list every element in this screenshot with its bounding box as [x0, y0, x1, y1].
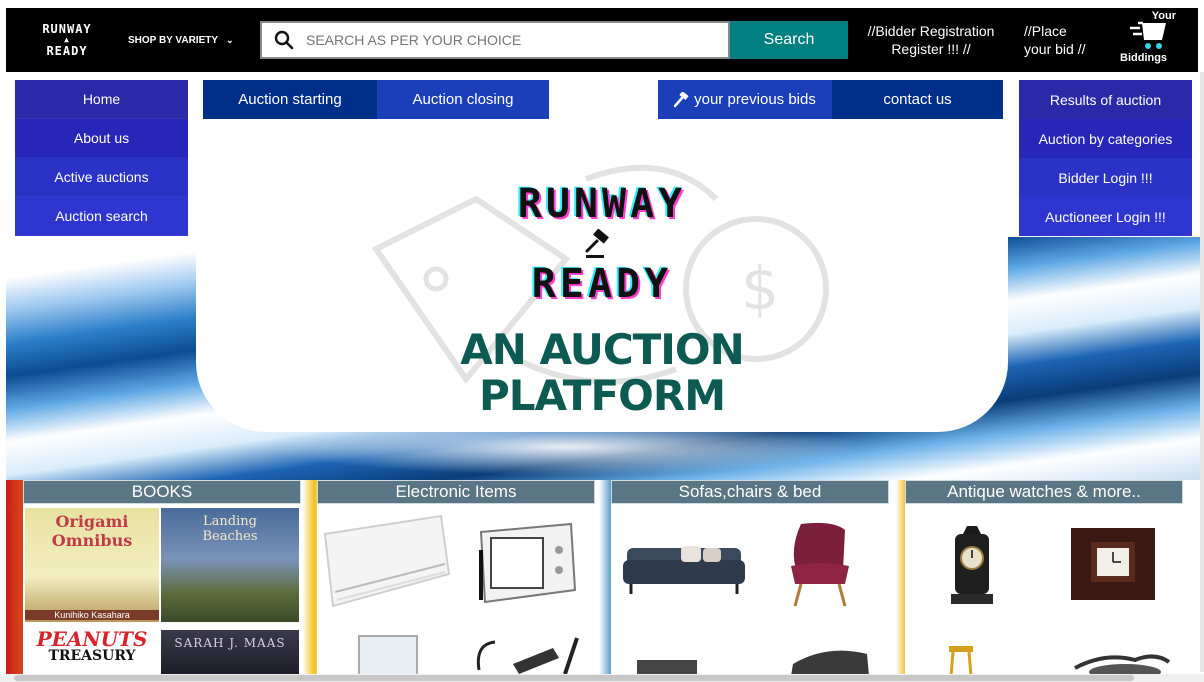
category-furniture[interactable]: Sofas,chairs & bed [611, 480, 889, 676]
book1-title-line2: Omnibus [51, 531, 133, 550]
tab-contact-us[interactable]: contact us [832, 80, 1003, 119]
bidder-registration-line1: //Bidder Registration [867, 23, 995, 39]
search-icon [274, 30, 294, 50]
place-bid-line2: your bid // [1024, 41, 1086, 57]
mantel-clock-icon [951, 526, 993, 604]
category-antiques[interactable]: Antique watches & more.. [905, 480, 1183, 676]
left-menu-about-us[interactable]: About us [15, 119, 188, 158]
gavel-icon [585, 229, 609, 258]
book4-author: SARAH J. MAAS [174, 636, 286, 650]
category-antiques-title: Antique watches & more.. [905, 480, 1183, 504]
book-cover-peanuts[interactable]: PEANUTS TREASURY [25, 627, 159, 676]
gavel-icon: ▲ [64, 35, 70, 44]
hero-panel: $ RUNWAY READY AN AUCTION PLATFORM [196, 119, 1008, 432]
hero-title-line1: RUNWAY [517, 181, 687, 227]
vacuum-cleaner-icon [476, 637, 579, 675]
shop-by-variety-dropdown[interactable]: SHOP BY VARIETY ⌄ [128, 35, 256, 46]
book-cover-origami[interactable]: Origami Omnibus Kunihiko Kasahara [25, 508, 159, 622]
category-books[interactable]: BOOKS Origami Omnibus Kunihiko Kasahara … [23, 480, 301, 676]
category-furniture-title: Sofas,chairs & bed [611, 480, 889, 504]
chevron-down-icon: ⌄ [226, 34, 234, 45]
book2-title-line2: Beaches [202, 529, 258, 544]
tab-auction-starting[interactable]: Auction starting [203, 80, 377, 119]
right-menu-results[interactable]: Results of auction [1019, 80, 1192, 119]
place-bid-link[interactable]: //Place your bid // [1016, 22, 1116, 58]
book1-title-line1: Origami [55, 512, 129, 531]
site-logo[interactable]: RUNWAY ▲ READY [6, 8, 128, 72]
armchair-icon [791, 522, 849, 607]
bed-icon [637, 660, 697, 676]
horizontal-scrollbar-thumb[interactable] [14, 675, 1134, 681]
book-cover-sarah-maas[interactable]: SARAH J. MAAS [161, 630, 299, 676]
book-cover-landing-beaches[interactable]: Landing Beaches [161, 508, 299, 622]
hero-tagline: AN AUCTION PLATFORM [196, 327, 1008, 419]
page: RUNWAY ▲ READY SHOP BY VARIETY ⌄ Search … [0, 0, 1204, 682]
cart-label-bottom: Biddings [1120, 52, 1168, 64]
left-menu: Home About us Active auctions Auction se… [15, 80, 188, 236]
previous-bids-label: your previous bids [694, 91, 816, 108]
book1-author: Kunihiko Kasahara [25, 610, 159, 620]
book3-title-line1: PEANUTS [36, 627, 148, 651]
wall-clock-icon [1071, 528, 1155, 600]
category-electronics[interactable]: Electronic Items [317, 480, 595, 676]
search-input[interactable] [306, 32, 706, 48]
gold-ornament-icon [949, 646, 973, 676]
search-box [260, 21, 730, 59]
left-menu-auction-search[interactable]: Auction search [15, 197, 188, 236]
hero-tagline-line1: AN AUCTION [460, 325, 745, 374]
place-bid-line1: //Place [1024, 23, 1067, 39]
book2-title-line1: Landing [203, 514, 257, 529]
gavel-icon [674, 91, 689, 107]
left-menu-home[interactable]: Home [15, 80, 188, 119]
shop-by-variety-label: SHOP BY VARIETY [128, 34, 219, 46]
tab-auction-closing[interactable]: Auction closing [377, 80, 549, 119]
sofa-icon [623, 546, 745, 594]
microwave-icon [479, 522, 577, 604]
hero-tagline-line2: PLATFORM [479, 371, 726, 420]
right-menu: Results of auction Auction by categories… [1019, 80, 1192, 236]
search-button[interactable]: Search [730, 21, 848, 59]
your-biddings-cart[interactable]: Your Biddings [1116, 8, 1186, 72]
cart-icon [1130, 21, 1166, 49]
tab-previous-bids[interactable]: your previous bids [658, 80, 832, 119]
logo-line1: RUNWAY [42, 22, 92, 36]
vertical-scrollbar[interactable] [1200, 72, 1204, 672]
right-menu-bidder-login[interactable]: Bidder Login !!! [1019, 158, 1192, 197]
right-menu-categories[interactable]: Auction by categories [1019, 119, 1192, 158]
category-books-title: BOOKS [23, 480, 301, 504]
refrigerator-icon [358, 635, 418, 676]
hero-title-line2: READY [531, 261, 673, 307]
horizontal-scrollbar[interactable] [0, 674, 1204, 682]
bidder-registration-line2: Register !!! // [891, 41, 971, 57]
air-conditioner-icon [323, 514, 451, 608]
silver-teapot-icon [1074, 654, 1171, 676]
right-menu-auctioneer-login[interactable]: Auctioneer Login !!! [1019, 197, 1192, 236]
bidder-registration-link[interactable]: //Bidder Registration Register !!! // [856, 22, 1006, 58]
left-menu-active-auctions[interactable]: Active auctions [15, 158, 188, 197]
top-bar: RUNWAY ▲ READY SHOP BY VARIETY ⌄ Search … [6, 8, 1198, 72]
logo-line2: READY [46, 44, 88, 58]
lounge-chair-icon [791, 650, 869, 676]
category-electronics-title: Electronic Items [317, 480, 595, 504]
